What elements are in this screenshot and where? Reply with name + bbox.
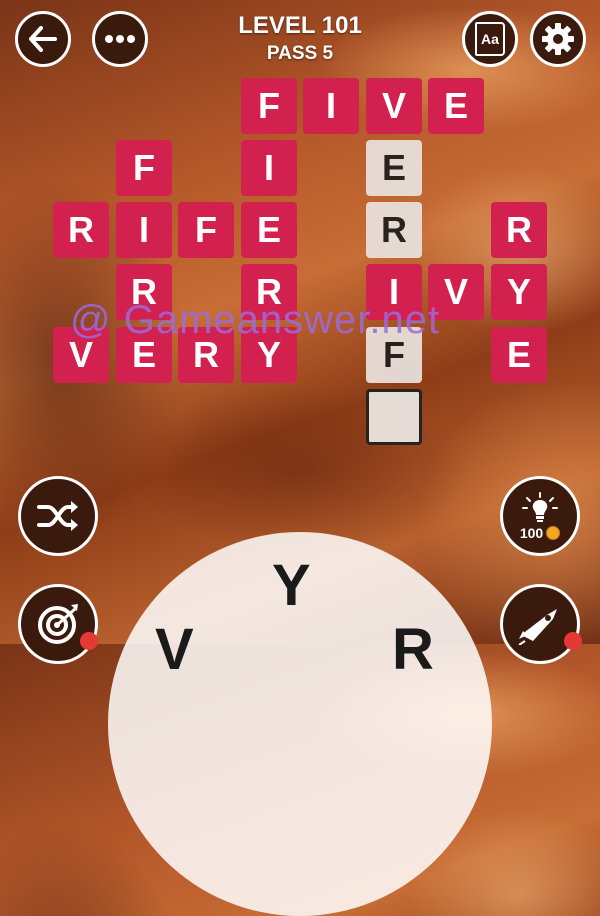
tile-c4-i: I [241,140,297,196]
tile-rife-e: E [241,202,297,258]
rocket-badge [564,632,582,650]
dictionary-button[interactable]: Aa [462,11,518,67]
wheel-letter-r[interactable]: R [392,616,434,683]
lightbulb-icon [522,491,558,522]
target-icon [38,604,78,644]
hint-cost-row: 100 [519,524,561,541]
tile-hint-r: R [366,202,422,258]
tile-rife-r: R [53,202,109,258]
tile-hint-e: E [366,140,422,196]
hint-button[interactable]: 100 [500,476,580,556]
tile-empty [366,389,422,445]
tile-rife-f: F [178,202,234,258]
shuffle-button[interactable] [18,476,98,556]
rocket-icon [518,609,557,645]
target-button[interactable] [18,584,98,664]
hint-cost: 100 [519,524,544,541]
tile-c2-f: F [116,140,172,196]
tile-five-f: F [241,78,297,134]
book-icon: Aa [475,22,505,56]
gear-icon [542,23,574,55]
tile-five-e: E [428,78,484,134]
wheel-letter-v[interactable]: V [155,616,194,683]
target-badge [80,632,98,650]
tile-rye-r: R [491,202,547,258]
wheel-letter-y[interactable]: Y [272,552,311,619]
rocket-button[interactable] [500,584,580,664]
tile-five-i: I [303,78,359,134]
tile-five-v: V [366,78,422,134]
settings-button[interactable] [530,11,586,67]
shuffle-icon [37,501,78,531]
dictionary-label: Aa [481,31,499,47]
coin-icon [546,525,561,540]
tile-c2-i: I [116,202,172,258]
watermark-text: @ Gameanswer.net [70,298,441,342]
